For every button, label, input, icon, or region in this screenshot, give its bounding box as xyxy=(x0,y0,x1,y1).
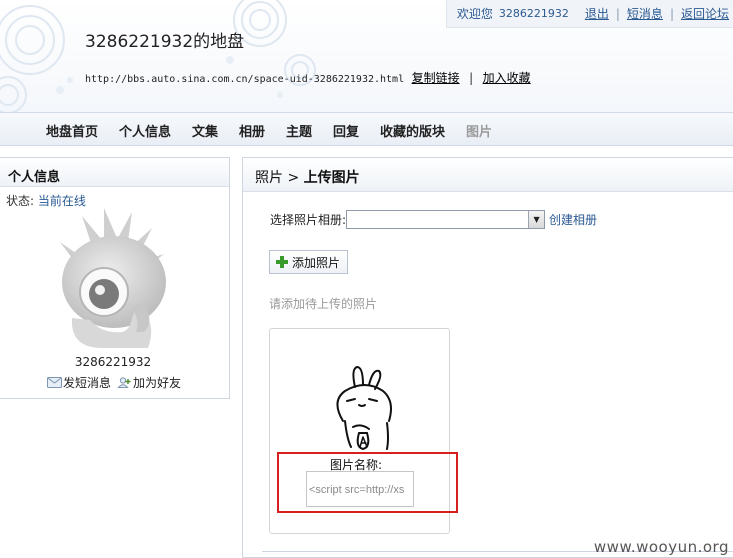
breadcrumb-current: 上传图片 xyxy=(303,170,360,186)
logout-link[interactable]: 退出 xyxy=(585,5,609,22)
space-url-line: http://bbs.auto.sina.com.cn/space-uid-32… xyxy=(85,69,531,86)
status-value: 当前在线 xyxy=(37,194,86,208)
add-favorite-link[interactable]: 加入收藏 xyxy=(483,71,531,85)
nav-item-pictures[interactable]: 图片 xyxy=(466,121,492,140)
copy-link-link[interactable]: 复制链接 xyxy=(412,71,460,85)
highlight-box xyxy=(277,452,458,513)
chevron-down-icon[interactable]: ▼ xyxy=(528,211,545,228)
topbar-username[interactable]: 3286221932 xyxy=(499,7,569,20)
nav-item-albums[interactable]: 相册 xyxy=(239,121,265,140)
circle-pattern-decoration xyxy=(0,0,316,112)
separator: | xyxy=(615,6,620,21)
space-nav-bar: 地盘首页 个人信息 文集 相册 主题 回复 收藏的版块 图片 xyxy=(0,112,733,146)
add-photo-label: 添加照片 xyxy=(292,255,341,270)
messages-link[interactable]: 短消息 xyxy=(627,5,663,22)
envelope-icon xyxy=(47,377,62,388)
profile-panel: 个人信息 状态: 当前在线 3286221932 发短消息 加为好友 xyxy=(0,157,230,399)
page-header: 3286221932的地盘 http://bbs.auto.sina.com.c… xyxy=(0,0,733,112)
nav-item-replies[interactable]: 回复 xyxy=(333,121,359,140)
profile-actions: 发短消息 加为好友 xyxy=(47,374,187,391)
add-friend-icon xyxy=(117,377,131,388)
watermark: www.wooyun.org xyxy=(593,538,729,556)
upload-hint: 请添加待上传的照片 xyxy=(269,297,378,311)
album-select-row: 选择照片相册: ▼ 创建相册 xyxy=(270,210,597,229)
status-label: 状态: xyxy=(6,194,35,208)
album-select-label: 选择照片相册: xyxy=(270,213,347,227)
profile-username: 3286221932 xyxy=(74,355,152,369)
page-title: 3286221932的地盘 xyxy=(85,32,245,52)
add-friend-label: 加为好友 xyxy=(133,376,182,390)
avatar[interactable] xyxy=(52,208,176,348)
send-message-button[interactable]: 发短消息 xyxy=(47,374,111,391)
separator: | xyxy=(669,6,674,21)
top-user-bar: 欢迎您 3286221932 退出 | 短消息 | 返回论坛 xyxy=(445,0,733,28)
add-photo-button[interactable]: 添加照片 xyxy=(269,250,349,274)
separator: | xyxy=(469,71,474,85)
photo-thumbnail xyxy=(336,365,392,451)
back-to-forum-link[interactable]: 返回论坛 xyxy=(681,5,729,22)
space-url: http://bbs.auto.sina.com.cn/space-uid-32… xyxy=(85,74,405,85)
welcome-text: 欢迎您 xyxy=(456,7,493,21)
plus-icon xyxy=(276,256,288,268)
profile-heading: 个人信息 xyxy=(0,158,229,187)
create-album-link[interactable]: 创建相册 xyxy=(549,211,597,228)
album-select[interactable]: ▼ xyxy=(346,210,546,229)
nav-item-profile[interactable]: 个人信息 xyxy=(119,121,171,140)
breadcrumb-separator: > xyxy=(287,170,300,186)
breadcrumb: 照片 > 上传图片 xyxy=(243,158,733,192)
nav-item-articles[interactable]: 文集 xyxy=(192,121,218,140)
nav-item-home[interactable]: 地盘首页 xyxy=(46,121,98,140)
nav-item-favorite-boards[interactable]: 收藏的版块 xyxy=(380,121,445,140)
breadcrumb-photos-link[interactable]: 照片 xyxy=(255,170,283,186)
nav-item-topics[interactable]: 主题 xyxy=(286,121,312,140)
online-status: 状态: 当前在线 xyxy=(6,192,86,209)
add-friend-button[interactable]: 加为好友 xyxy=(117,374,181,391)
send-message-label: 发短消息 xyxy=(63,376,112,390)
